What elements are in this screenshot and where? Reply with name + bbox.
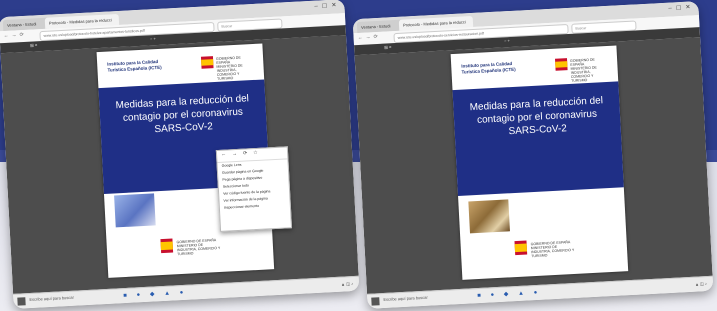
government-logo: GOBIERNO DE ESPAÑA MINISTERIO DE INDUSTR…	[554, 56, 608, 83]
spain-flag-icon	[200, 56, 214, 69]
context-menu: ←→⟳☆ Google Lens Guardar página en Googl…	[215, 146, 293, 232]
system-tray[interactable]: ▲ ◫ ♪	[341, 281, 353, 287]
footer-logo-text: GOBIERNO DE ESPAÑA MINISTERIO DE INDUSTR…	[176, 238, 221, 257]
document-title: Medidas para la reducción del contagio p…	[115, 93, 250, 136]
pdf-viewer[interactable]: Instituto para la Calidad Turística Espa…	[0, 35, 359, 295]
spain-flag-icon	[514, 240, 528, 256]
taskbar-search[interactable]: Escribe aquí para buscar	[29, 295, 74, 302]
footer-logo: GOBIERNO DE ESPAÑA MINISTERIO DE INDUSTR…	[160, 236, 221, 257]
restaurant-photo	[468, 199, 510, 234]
institute-name: Instituto para la Calidad Turística Espa…	[461, 60, 516, 75]
pdf-page: Instituto para la Calidad Turística Espa…	[450, 45, 629, 280]
nav-icons[interactable]: ←→⟳	[3, 32, 26, 39]
taskbar-app-icons[interactable]: ■ ● ◆ ▲ ●	[123, 289, 187, 299]
document-title: Medidas para la reducción del contagio p…	[469, 95, 604, 138]
footer-logo-text: GOBIERNO DE ESPAÑA MINISTERIO DE INDUSTR…	[530, 240, 575, 259]
institute-name: Instituto para la Calidad Turística Espa…	[107, 58, 162, 73]
government-logo: GOBIERNO DE ESPAÑA MINISTERIO DE INDUSTR…	[200, 54, 254, 81]
zoom-icon[interactable]: − +	[504, 38, 510, 43]
nav-icons[interactable]: ←→⟳	[357, 34, 380, 41]
taskbar-app-icons[interactable]: ■ ● ◆ ▲ ●	[477, 289, 541, 299]
section-heading: Servicios de restauración Directrices y …	[515, 206, 583, 224]
right-screenshot: Ventana - Estudi Protocolo - Medidas par…	[352, 1, 714, 309]
window-controls[interactable]: –▢✕	[314, 1, 340, 9]
footer-logo: GOBIERNO DE ESPAÑA MINISTERIO DE INDUSTR…	[514, 238, 575, 259]
logo-text: GOBIERNO DE ESPAÑA MINISTERIO DE INDUSTR…	[215, 55, 243, 81]
title-panel: Medidas para la reducción del contagio p…	[452, 81, 624, 234]
spain-flag-icon	[554, 58, 568, 71]
spain-flag-icon	[160, 238, 174, 254]
window-controls[interactable]: –▢✕	[668, 3, 694, 11]
zoom-icon[interactable]: − +	[150, 36, 156, 41]
start-icon[interactable]	[17, 297, 26, 306]
system-tray[interactable]: ▲ ◫ ♪	[695, 281, 707, 287]
start-icon[interactable]	[371, 297, 380, 306]
left-screenshot: Ventana - Estudi Protocolo - Medidas par…	[0, 0, 360, 309]
page-indicator-icon[interactable]: ▤ ≡	[384, 44, 391, 49]
page-indicator-icon[interactable]: ▤ ≡	[30, 42, 37, 47]
logo-text: GOBIERNO DE ESPAÑA MINISTERIO DE INDUSTR…	[570, 57, 597, 83]
pdf-viewer[interactable]: Instituto para la Calidad Turística Espa…	[354, 37, 713, 295]
taskbar-search[interactable]: Escribe aquí para buscar	[383, 295, 428, 302]
hotel-photo	[114, 193, 156, 228]
